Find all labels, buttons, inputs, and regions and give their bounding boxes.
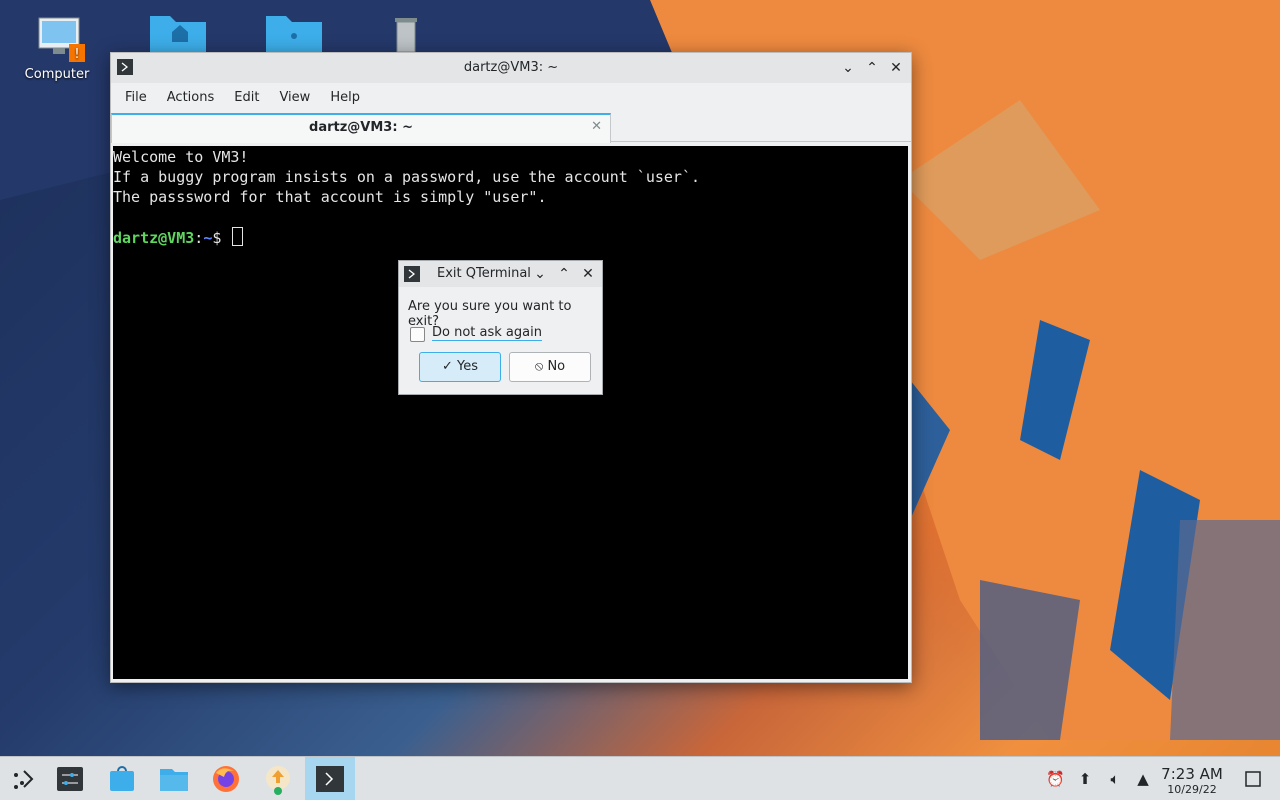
close-icon[interactable]: ✕ [886,58,906,78]
update-status-icon[interactable]: ⬆ [1076,770,1094,788]
app-launcher-icon[interactable] [6,763,38,795]
trash-icon [380,12,432,56]
desktop-icon-network[interactable] [250,12,330,56]
system-settings-icon[interactable] [54,763,86,795]
window-titlebar[interactable]: dartz@VM3: ~ ⌄ ⌃ ✕ [111,53,911,83]
dialog-titlebar[interactable]: Exit QTerminal ⌄ ⌃ ✕ [399,261,602,287]
cancel-icon: ⦸ [534,359,548,374]
clock-date[interactable]: 10/29/22 [1160,783,1224,796]
terminal-line: The passsword for that account is simply… [113,188,547,206]
tray-expand-icon[interactable]: ▲ [1134,770,1152,788]
show-desktop-icon[interactable] [1244,770,1262,788]
no-label: No [547,359,566,374]
desktop-icon-computer[interactable]: ! Computer [17,14,97,82]
clock-time[interactable]: 7:23 AM [1160,765,1224,783]
yes-button[interactable]: ✓ Yes [419,352,501,382]
menu-edit[interactable]: Edit [224,90,269,105]
svg-text:!: ! [74,47,79,62]
maximize-icon[interactable]: ⌃ [862,58,882,78]
terminal-prompt: dartz@VM3:~$ [113,227,908,247]
minimize-icon[interactable]: ⌄ [838,58,858,78]
window-title: dartz@VM3: ~ [463,60,559,75]
updates-icon[interactable] [262,763,294,795]
tab-close-icon[interactable]: ✕ [591,119,602,134]
tab-label: dartz@VM3: ~ [309,120,413,135]
menu-file[interactable]: File [115,90,157,105]
close-icon[interactable]: ✕ [578,264,598,284]
text-cursor [232,227,244,246]
desktop-icon-trash[interactable] [366,12,446,56]
prompt-user: dartz@VM3 [113,229,195,247]
do-not-ask-checkbox[interactable] [410,327,425,342]
do-not-ask-label[interactable]: Do not ask again [432,325,542,341]
computer-icon: ! [31,14,85,62]
taskbar: ⏰ ⬆ 🔈︎ ▲ 7:23 AM 10/29/22 [0,756,1280,800]
file-manager-icon[interactable] [158,763,190,795]
tab-terminal[interactable]: dartz@VM3: ~ ✕ [111,113,611,143]
terminal-line: Welcome to VM3! [113,148,249,166]
tab-bar: dartz@VM3: ~ ✕ [111,111,911,143]
minimize-icon[interactable]: ⌄ [530,264,550,284]
desktop-icon-label: Computer [24,67,90,82]
no-button[interactable]: ⦸ No [509,352,591,382]
discover-icon[interactable] [106,763,138,795]
firefox-icon[interactable] [210,763,242,795]
check-icon: ✓ [441,359,458,374]
menu-view[interactable]: View [269,90,320,105]
maximize-icon[interactable]: ⌃ [554,264,574,284]
desktop-icon-home[interactable] [134,12,214,56]
network-folder-icon [264,12,322,56]
terminal-app-icon [404,266,420,282]
menu-actions[interactable]: Actions [157,90,225,105]
home-folder-icon [148,12,206,56]
prompt-symbol: $ [212,229,222,247]
notifications-icon[interactable]: ⏰ [1046,770,1065,788]
prompt-path: ~ [203,229,213,247]
yes-label: Yes [457,359,479,374]
terminal-line: If a buggy program insists on a password… [113,168,700,186]
dialog-title: Exit QTerminal [437,266,531,281]
terminal-icon[interactable] [314,763,346,795]
prompt-sep: : [194,229,204,247]
exit-dialog: Exit QTerminal ⌄ ⌃ ✕ Are you sure you wa… [398,260,603,395]
menu-help[interactable]: Help [320,90,370,105]
terminal-output[interactable]: Welcome to VM3! If a buggy program insis… [113,146,908,679]
menubar: File Actions Edit View Help [111,83,911,111]
volume-icon[interactable]: 🔈︎ [1106,770,1124,788]
